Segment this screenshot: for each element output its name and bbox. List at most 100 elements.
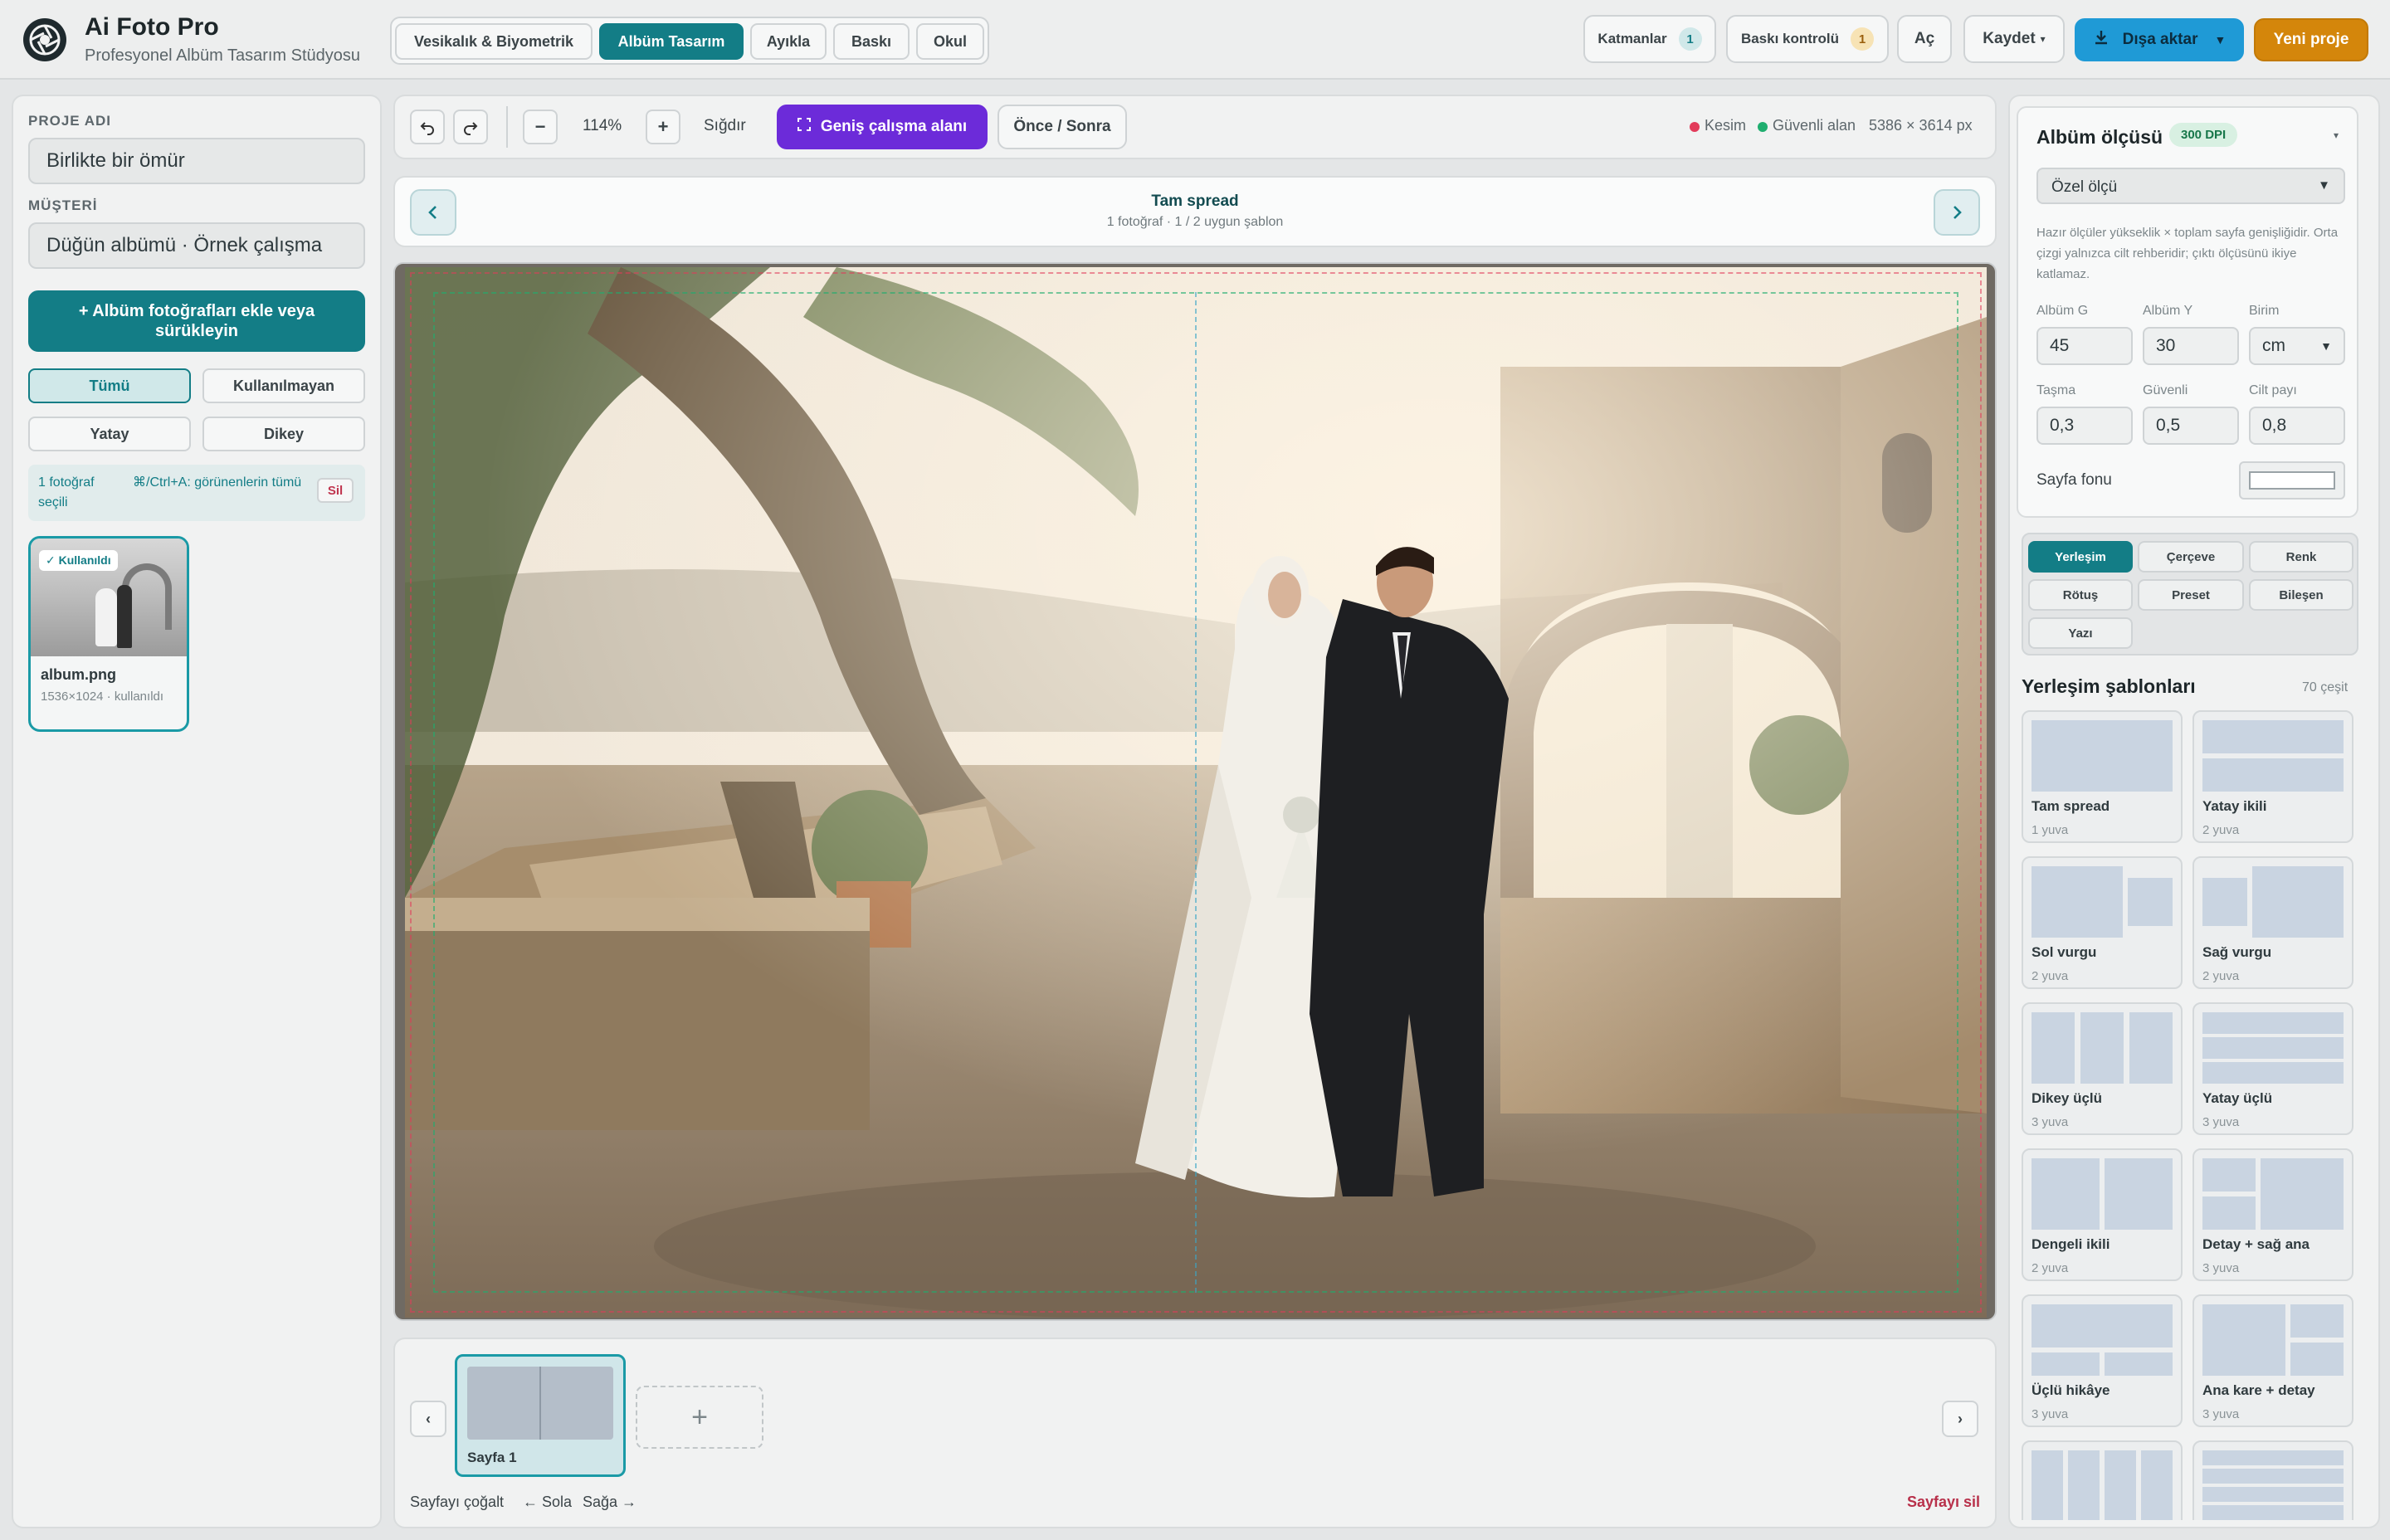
template-slots: 3 yuva — [2202, 1115, 2240, 1129]
open-button[interactable]: Aç — [1897, 15, 1952, 63]
tab-yerlesim[interactable]: Yerleşim — [2028, 541, 2133, 573]
filter-portrait[interactable]: Dikey — [202, 417, 365, 451]
redo-button[interactable] — [453, 110, 488, 144]
tab-rotus[interactable]: Rötuş — [2028, 579, 2133, 611]
filter-landscape[interactable]: Yatay — [28, 417, 191, 451]
save-button[interactable]: Kaydet ▾ — [1963, 15, 2065, 63]
print-check-button[interactable]: Baskı kontrolü 1 — [1726, 15, 1889, 63]
template-tam-spread[interactable]: Tam spread 1 yuva — [2022, 710, 2183, 843]
bleed-input[interactable]: 0,3 — [2036, 407, 2133, 445]
template-name: Yatay üçlü — [2202, 1090, 2273, 1106]
download-icon — [2093, 29, 2110, 51]
filter-unused[interactable]: Kullanılmayan — [202, 368, 365, 403]
template-yatay-ikili[interactable]: Yatay ikili 2 yuva — [2192, 710, 2353, 843]
template-detay-sag-ana[interactable]: Detay + sağ ana 3 yuva — [2192, 1148, 2353, 1281]
template-dengeli-ikili[interactable]: Dengeli ikili 2 yuva — [2022, 1148, 2183, 1281]
zoom-level: 114% — [583, 117, 622, 134]
thumb-bride — [95, 588, 117, 646]
toolbar-panel — [393, 95, 1997, 159]
page-bg-label: Sayfa fonu — [2036, 471, 2112, 489]
photo-card[interactable]: ✓ Kullanıldı album.png 1536×1024 · kulla… — [28, 536, 189, 732]
delete-selected-button[interactable]: Sil — [317, 478, 354, 503]
chevron-right-icon: › — [1958, 1410, 1963, 1427]
app-subtitle: Profesyonel Albüm Tasarım Stüdyosu — [85, 46, 361, 65]
tab-preset[interactable]: Preset — [2138, 579, 2244, 611]
template-yatay-uclu[interactable]: Yatay üçlü 3 yuva — [2192, 1002, 2353, 1135]
client-field[interactable]: Düğün albümü · Örnek çalışma — [28, 222, 365, 269]
delete-page-button[interactable]: Sayfayı sil — [1907, 1494, 1980, 1511]
project-name-label: PROJE ADI — [28, 113, 112, 129]
spread-nav — [393, 176, 1997, 247]
template-partial-next-right[interactable] — [2192, 1440, 2353, 1520]
add-page-button[interactable]: + — [636, 1386, 763, 1449]
caret-down-icon: ▼ — [2214, 33, 2227, 46]
new-project-button[interactable]: Yeni proje — [2254, 18, 2368, 61]
undo-button[interactable] — [410, 110, 445, 144]
layers-count-badge: 1 — [1678, 27, 1702, 51]
add-photos-button[interactable]: + Albüm fotoğrafları ekle veya sürükleyi… — [28, 290, 365, 352]
plus-icon: + — [657, 116, 669, 137]
export-button[interactable]: Dışa aktar ▼ — [2075, 18, 2244, 61]
spine-guide — [1195, 292, 1197, 1293]
layers-button[interactable]: Katmanlar 1 — [1583, 15, 1716, 63]
print-check-label: Baskı kontrolü — [1740, 31, 1840, 46]
template-slots: 1 yuva — [2032, 823, 2069, 837]
tab-yazi[interactable]: Yazı — [2028, 617, 2133, 649]
width-input[interactable]: 45 — [2036, 327, 2133, 365]
wide-workspace-button[interactable]: Geniş çalışma alanı — [777, 105, 988, 149]
zoom-in-button[interactable]: + — [646, 110, 680, 144]
duplicate-page-button[interactable]: Sayfayı çoğalt — [410, 1494, 504, 1511]
size-help-text: Hazır ölçüler yükseklik × toplam sayfa g… — [2036, 226, 2339, 281]
tab-bilesen[interactable]: Bileşen — [2249, 579, 2353, 611]
unit-select[interactable]: cm ▼ — [2249, 327, 2345, 365]
spine-input[interactable]: 0,8 — [2249, 407, 2345, 445]
size-preset-select[interactable]: Özel ölçü ▼ — [2036, 168, 2345, 204]
tab-okul[interactable]: Okul — [916, 23, 984, 60]
height-input[interactable]: 30 — [2143, 327, 2239, 365]
filter-all[interactable]: Tümü — [28, 368, 191, 403]
template-preview — [2032, 866, 2173, 938]
before-after-button[interactable]: Önce / Sonra — [997, 105, 1127, 149]
template-slots: 2 yuva — [2032, 969, 2069, 983]
template-preview — [2032, 1158, 2173, 1230]
move-left-button[interactable]: ← Sola — [523, 1494, 572, 1511]
page-bg-swatch[interactable] — [2239, 461, 2345, 500]
templates-scroll[interactable]: Tam spread 1 yuva Yatay ikili 2 yuva Sol… — [2022, 710, 2362, 1520]
plus-icon: + — [691, 1401, 708, 1433]
template-name: Ana kare + detay — [2202, 1382, 2315, 1398]
fit-button[interactable]: Sığdır — [704, 117, 746, 135]
template-uclu-hikaye[interactable]: Üçlü hikâye 3 yuva — [2022, 1294, 2183, 1427]
height-label: Albüm Y — [2143, 304, 2193, 318]
pages-next-button[interactable]: › — [1942, 1401, 1978, 1437]
tab-renk[interactable]: Renk — [2249, 541, 2353, 573]
tab-vesikalik[interactable]: Vesikalık & Biyometrik — [395, 23, 593, 60]
template-sol-vurgu[interactable]: Sol vurgu 2 yuva — [2022, 856, 2183, 989]
template-partial-next-left[interactable] — [2022, 1440, 2183, 1520]
pages-prev-button[interactable]: ‹ — [410, 1401, 446, 1437]
size-card-collapse-icon[interactable]: ▾ — [2334, 129, 2339, 141]
chevron-right-icon — [1953, 206, 1962, 219]
template-dikey-uclu[interactable]: Dikey üçlü 3 yuva — [2022, 1002, 2183, 1135]
tab-cerceve[interactable]: Çerçeve — [2138, 541, 2244, 573]
tab-album-tasarim[interactable]: Albüm Tasarım — [599, 23, 744, 60]
template-ana-kare-detay[interactable]: Ana kare + detay 3 yuva — [2192, 1294, 2353, 1427]
selection-hint: ⌘/Ctrl+A: görünenlerin tümü — [133, 475, 302, 490]
prev-spread-button[interactable] — [410, 189, 456, 236]
project-name-field[interactable]: Birlikte bir ömür — [28, 138, 365, 184]
save-label: Kaydet — [1983, 30, 2036, 47]
page-thumb-1[interactable]: Sayfa 1 — [455, 1354, 626, 1477]
redo-icon — [464, 122, 478, 135]
template-sag-vurgu[interactable]: Sağ vurgu 2 yuva — [2192, 856, 2353, 989]
tab-ayikla[interactable]: Ayıkla — [750, 23, 827, 60]
template-name: Sağ vurgu — [2202, 944, 2272, 960]
template-preview — [2202, 1450, 2344, 1520]
app-logo — [23, 18, 66, 61]
template-preview — [2202, 1304, 2344, 1376]
tab-baski[interactable]: Baskı — [833, 23, 910, 60]
page-thumb-spine — [539, 1367, 541, 1440]
templates-count: 70 çeşit — [2302, 680, 2349, 694]
next-spread-button[interactable] — [1934, 189, 1980, 236]
move-right-button[interactable]: Sağa → — [583, 1494, 637, 1511]
safe-input[interactable]: 0,5 — [2143, 407, 2239, 445]
zoom-out-button[interactable]: − — [523, 110, 558, 144]
